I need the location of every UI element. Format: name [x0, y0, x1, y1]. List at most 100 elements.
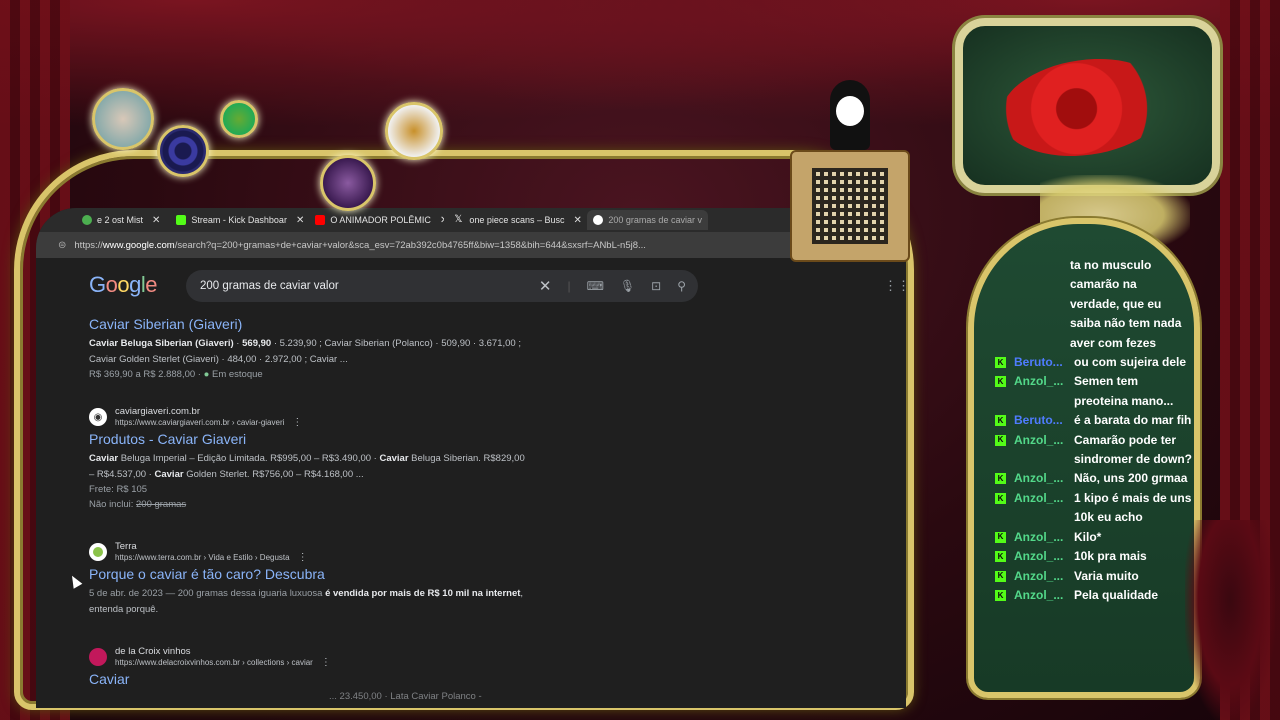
source-site-name: caviargiaveri.com.br — [115, 406, 200, 417]
chat-username[interactable]: Anzol_... — [1014, 586, 1070, 605]
more-options-icon[interactable]: ⋮ — [321, 657, 331, 668]
browser-window: e 2 ost Mist ✕ Stream - Kick Dashboar ✕ … — [36, 208, 906, 708]
camera-search-icon[interactable]: ⊡ — [651, 279, 661, 293]
result-source[interactable]: ◉ caviargiaveri.com.br https://www.cavia… — [89, 406, 609, 428]
chat-username[interactable]: Beruto... — [1014, 353, 1070, 372]
search-result: ◉ caviargiaveri.com.br https://www.cavia… — [89, 406, 609, 512]
chat-message-line: Camarão pode ter — [1074, 432, 1177, 447]
site-info-icon[interactable]: ⊜ — [58, 240, 66, 251]
chat-message-line: 10k pra mais — [1074, 549, 1147, 564]
chat-continued-message: ta no musculo camarão na verdade, que eu sa… — [992, 256, 1192, 353]
kick-badge-icon: K — [995, 531, 1006, 543]
microphone-icon[interactable]: 🎙︎ — [620, 279, 635, 293]
source-site-name: Terra — [115, 541, 137, 552]
close-icon[interactable]: ✕ — [440, 215, 444, 226]
chat-message: K Beruto... é a barata do mar fih — [992, 411, 1192, 430]
chat-username[interactable]: Anzol_... — [1014, 547, 1070, 566]
result-shipping: Frete: R$ 105 — [89, 484, 148, 495]
close-icon[interactable]: ✕ — [152, 215, 160, 226]
chat-message-text: saiba não tem nada — [1070, 316, 1182, 331]
qr-mascot-face — [836, 96, 864, 126]
chat-username[interactable]: Anzol_... — [1014, 431, 1070, 470]
close-icon[interactable]: ✕ — [296, 215, 304, 226]
site-favicon-icon: ◉ — [89, 408, 107, 426]
result-title-link[interactable]: Produtos - Caviar Giaveri — [89, 431, 609, 447]
chat-message-text: Semen tem preoteina mano... — [1074, 372, 1192, 411]
chat-username[interactable]: Beruto... — [1014, 411, 1070, 430]
chat-message-text: Kilo* — [1074, 528, 1192, 547]
search-query[interactable]: 200 gramas de caviar valor — [200, 280, 539, 292]
chat-message: K Anzol_... Camarão pode ter sindromer de d… — [992, 431, 1192, 470]
terra-favicon-icon — [89, 543, 107, 561]
chat-username[interactable]: Anzol_... — [1014, 489, 1070, 528]
chat-message-line: preoteina mano... — [1074, 393, 1174, 408]
chat-username[interactable]: Anzol_... — [1014, 469, 1070, 488]
result-title-link[interactable]: Caviar Siberian (Giaveri) — [89, 316, 609, 332]
chat-username[interactable]: Anzol_... — [1014, 528, 1070, 547]
url-text[interactable]: https://www.google.com/search?q=200+gram… — [74, 240, 786, 251]
tab-5[interactable]: 200 gramas de caviar v — [587, 210, 708, 230]
chat-message-line: 10k eu acho — [1074, 510, 1143, 525]
chat-message-text: Não, uns 200 grmaa — [1074, 469, 1192, 488]
result-not-included: Não inclui: 200 gramas — [89, 499, 187, 510]
chat-message: K Anzol_... Kilo* — [992, 528, 1192, 547]
search-result: de la Croix vinhos https://www.delacroix… — [89, 646, 609, 705]
chat-message-text: é a barata do mar fih — [1074, 411, 1192, 430]
chat-message-line: Kilo* — [1074, 529, 1102, 544]
google-logo[interactable]: Google — [89, 272, 158, 298]
chat-message-text: ou com sujeira dele — [1074, 353, 1192, 372]
result-source[interactable]: Terra https://www.terra.com.br › Vida e … — [89, 541, 609, 563]
chat-message: K Anzol_... Não, uns 200 grmaa — [992, 469, 1192, 488]
chat-message: K Beruto... ou com sujeira dele — [992, 353, 1192, 372]
search-result: Caviar Siberian (Giaveri) Caviar Beluga … — [89, 316, 609, 382]
more-options-icon[interactable]: ⋮ — [292, 417, 302, 428]
google-icon — [593, 215, 604, 225]
chat-message-text: camarão na — [1070, 277, 1137, 292]
close-icon[interactable]: ✕ — [573, 215, 581, 226]
result-title-link[interactable]: Caviar — [89, 671, 609, 687]
search-result: Terra https://www.terra.com.br › Vida e … — [89, 541, 609, 617]
chat-message-text: aver com fezes — [1070, 335, 1157, 350]
chat-message-line: Varia muito — [1074, 568, 1139, 583]
result-title-link[interactable]: Porque o caviar é tão caro? Descubra — [89, 566, 609, 582]
chat-username[interactable]: Anzol_... — [1014, 372, 1070, 411]
search-icon[interactable]: ⚲ — [677, 279, 686, 293]
tab-1[interactable]: e 2 ost Mist ✕ — [76, 210, 166, 230]
chat-message-line: Semen tem — [1074, 374, 1139, 389]
kick-icon — [176, 215, 187, 225]
result-source[interactable]: de la Croix vinhos https://www.delacroix… — [89, 646, 609, 668]
kick-badge-icon: K — [995, 589, 1006, 601]
keyboard-icon[interactable]: ⌨ — [587, 279, 604, 293]
chat-username[interactable]: Anzol_... — [1014, 567, 1070, 586]
kick-badge-icon: K — [995, 473, 1006, 485]
chat-message-line: sindromer de down? — [1074, 452, 1193, 467]
chat-message: K Anzol_... Varia muito — [992, 567, 1192, 586]
address-bar[interactable]: ⊜ https://www.google.com/search?q=200+gr… — [36, 232, 906, 258]
chat-message-text: Varia muito — [1074, 567, 1192, 586]
result-snippet: Caviar Beluga Siberian (Giaveri) · 569,9… — [89, 338, 521, 365]
in-stock-dot-icon: ● — [203, 369, 210, 380]
more-options-icon[interactable]: ⋮ — [298, 552, 308, 563]
chat-message-text: ta no musculo — [1070, 258, 1152, 272]
kick-badge-icon: K — [995, 492, 1006, 504]
tab-4[interactable]: 𝕏 one piece scans – Busc ✕ — [448, 210, 583, 230]
result-snippet: Caviar Beluga Imperial – Edição Limitada… — [89, 453, 525, 480]
qr-code-scroll — [790, 150, 910, 262]
kick-badge-icon: K — [995, 357, 1006, 369]
clear-icon[interactable]: ✕ — [539, 277, 552, 295]
chat-message-line: 1 kipo é mais de uns — [1074, 490, 1192, 505]
chat-message-text: Camarão pode ter sindromer de down? — [1074, 431, 1192, 470]
x-icon: 𝕏 — [454, 214, 463, 225]
apps-grid-icon[interactable]: ⋮⋮⋮ — [884, 278, 906, 294]
spiral-avatar — [157, 125, 209, 177]
result-price-range: R$ 369,90 a R$ 2.888,00 · ● Em estoque — [89, 369, 263, 380]
tab-3[interactable]: O ANIMADOR POLÊMIC ✕ — [309, 210, 444, 230]
tab-bar: e 2 ost Mist ✕ Stream - Kick Dashboar ✕ … — [36, 208, 906, 232]
tab-2[interactable]: Stream - Kick Dashboar ✕ — [170, 210, 305, 230]
chat-message: K Anzol_... Pela qualidade — [992, 586, 1192, 605]
kick-badge-icon: K — [995, 415, 1006, 427]
kick-badge-icon: K — [995, 376, 1006, 388]
demon-character — [1185, 520, 1275, 720]
search-input[interactable]: 200 gramas de caviar valor ✕ | ⌨ 🎙︎ ⊡ ⚲ — [186, 270, 698, 302]
result-snippet-partial: ... 23.450,00 · Lata Caviar Polanco - — [329, 691, 482, 702]
